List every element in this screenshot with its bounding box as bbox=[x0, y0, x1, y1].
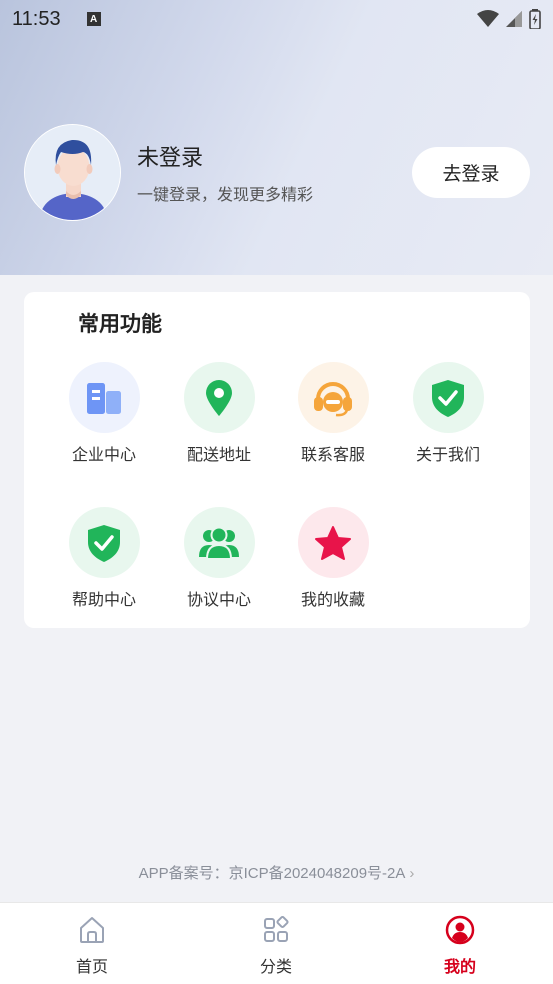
login-button[interactable]: 去登录 bbox=[412, 147, 530, 198]
chevron-right-icon: › bbox=[409, 865, 415, 882]
notification-icon: A bbox=[86, 12, 101, 26]
function-label: 帮助中心 bbox=[71, 590, 136, 609]
function-about-us[interactable]: 关于我们 bbox=[398, 362, 498, 465]
status-bar: 11:53 A bbox=[0, 0, 553, 38]
login-hint: 一键登录，发现更多精彩 bbox=[137, 185, 314, 204]
avatar[interactable] bbox=[24, 124, 121, 221]
signal-icon bbox=[506, 11, 522, 27]
function-label: 企业中心 bbox=[71, 445, 136, 464]
icp-text: APP备案号：京ICP备2024048209号-2A bbox=[138, 865, 406, 882]
tab-mine[interactable]: 我的 bbox=[400, 915, 520, 977]
function-delivery-address[interactable]: 配送地址 bbox=[169, 362, 269, 465]
shield-check-icon bbox=[68, 507, 140, 578]
profile-header: 11:53 A 未登录 一键登录，发现更多精彩 去登录 bbox=[0, 0, 553, 275]
function-label: 协议中心 bbox=[186, 590, 251, 609]
function-enterprise-center[interactable]: 企业中心 bbox=[54, 362, 154, 465]
user-circle-icon bbox=[445, 915, 475, 945]
function-label: 联系客服 bbox=[300, 445, 365, 464]
function-customer-service[interactable]: 联系客服 bbox=[283, 362, 383, 465]
battery-icon bbox=[529, 9, 541, 29]
status-time: 11:53 bbox=[12, 7, 61, 30]
users-icon bbox=[183, 507, 255, 578]
wifi-icon bbox=[477, 10, 499, 27]
function-help-center[interactable]: 帮助中心 bbox=[54, 507, 154, 610]
function-agreement-center[interactable]: 协议中心 bbox=[169, 507, 269, 610]
function-label: 我的收藏 bbox=[300, 590, 365, 609]
tab-label: 我的 bbox=[443, 957, 476, 976]
home-icon bbox=[80, 917, 104, 943]
tab-home[interactable]: 首页 bbox=[32, 915, 152, 977]
location-pin-icon bbox=[183, 362, 255, 433]
common-functions-card: 常用功能 企业中心 配送地址 联系客服 关于我们 帮助中心 协议中心 我的收藏 bbox=[24, 292, 530, 628]
star-icon bbox=[297, 507, 369, 578]
shield-check-icon bbox=[412, 362, 484, 433]
function-label: 关于我们 bbox=[415, 445, 480, 464]
category-grid-icon bbox=[264, 915, 289, 942]
tab-category[interactable]: 分类 bbox=[216, 915, 336, 977]
bottom-tab-bar: 首页 分类 我的 bbox=[0, 902, 553, 984]
icp-record-link[interactable]: APP备案号：京ICP备2024048209号-2A › bbox=[0, 862, 553, 883]
tab-label: 分类 bbox=[259, 957, 292, 976]
building-icon bbox=[68, 362, 140, 433]
headset-icon bbox=[297, 362, 369, 433]
tab-label: 首页 bbox=[75, 957, 108, 976]
login-status: 未登录 bbox=[137, 146, 204, 171]
function-label: 配送地址 bbox=[186, 445, 251, 464]
function-my-favorites[interactable]: 我的收藏 bbox=[283, 507, 383, 610]
section-title: 常用功能 bbox=[78, 312, 162, 336]
